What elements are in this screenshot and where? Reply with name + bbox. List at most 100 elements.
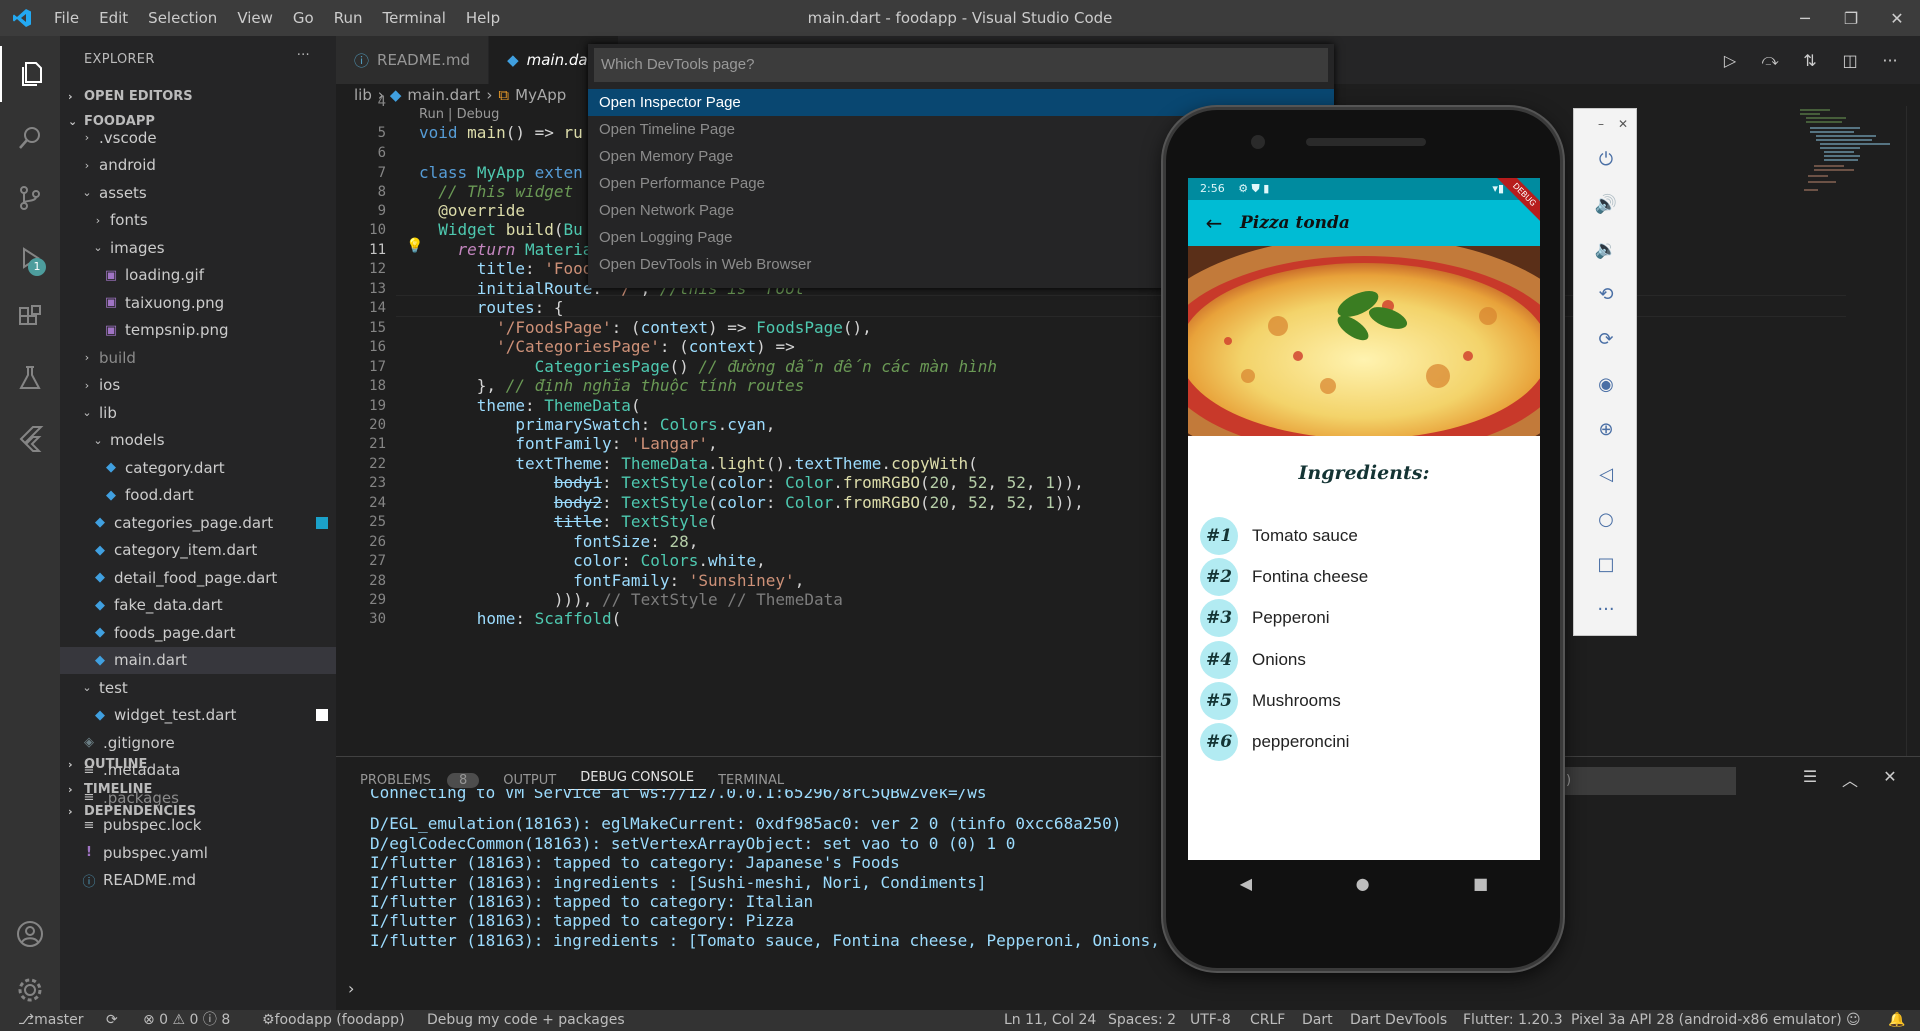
tree-item[interactable]: ◆ main.dart: [60, 646, 336, 674]
quick-pick-input[interactable]: Which DevTools page?: [594, 48, 1328, 82]
clear-console-icon[interactable]: ☰: [1790, 767, 1830, 791]
tree-item[interactable]: ⌄ models: [60, 427, 336, 455]
open-editors-section[interactable]: › OPEN EDITORS: [60, 82, 336, 110]
menu-selection[interactable]: Selection: [138, 0, 227, 36]
emulator-minimize-icon[interactable]: –: [1598, 117, 1604, 131]
nav-recents-icon[interactable]: ■: [1473, 874, 1488, 893]
flutter-version[interactable]: Flutter: 1.20.3: [1463, 1010, 1563, 1031]
console-prompt-icon[interactable]: ›: [348, 979, 354, 998]
tree-item[interactable]: ◆ category_item.dart: [60, 537, 336, 565]
more-actions-icon[interactable]: ···: [1870, 51, 1910, 70]
tree-item[interactable]: › android: [60, 152, 336, 180]
tree-item[interactable]: › build: [60, 344, 336, 372]
tab-terminal[interactable]: TERMINAL: [706, 773, 796, 788]
nav-home-icon[interactable]: ●: [1356, 874, 1370, 893]
tree-item[interactable]: ⌄ lib: [60, 399, 336, 427]
breadcrumb-file[interactable]: main.dart: [407, 86, 480, 104]
testing-icon[interactable]: [0, 350, 60, 406]
search-icon[interactable]: [0, 110, 60, 166]
menu-go[interactable]: Go: [283, 0, 324, 36]
explorer-icon[interactable]: [0, 46, 60, 102]
hot-reload-icon[interactable]: ⇅: [1790, 51, 1830, 70]
indentation[interactable]: Spaces: 2: [1108, 1010, 1176, 1031]
device-selector[interactable]: Pixel 3a API 28 (android-x86 emulator): [1571, 1010, 1842, 1031]
lightbulb-icon[interactable]: 💡: [406, 238, 423, 254]
tree-item[interactable]: ▣ tempsnip.png: [60, 317, 336, 345]
debug-run-icon[interactable]: ⤼: [1750, 50, 1790, 70]
account-icon[interactable]: [0, 906, 60, 962]
tree-item[interactable]: ⌄ test: [60, 674, 336, 702]
menu-file[interactable]: File: [44, 0, 89, 36]
tree-item[interactable]: ⌄ images: [60, 234, 336, 262]
encoding[interactable]: UTF-8: [1190, 1010, 1231, 1031]
flutter-icon[interactable]: [0, 410, 60, 466]
close-panel-icon[interactable]: ✕: [1870, 767, 1910, 791]
menu-terminal[interactable]: Terminal: [373, 0, 456, 36]
run-icon[interactable]: ▷: [1710, 51, 1750, 70]
back-triangle-icon[interactable]: ◁: [1574, 454, 1638, 494]
codelens-run-debug[interactable]: Run | Debug: [419, 107, 499, 122]
git-branch[interactable]: ⎇ master: [18, 1010, 84, 1031]
sync-icon[interactable]: ⟳: [106, 1010, 118, 1031]
debug-mode[interactable]: Debug my code + packages: [427, 1010, 625, 1031]
nav-back-icon[interactable]: ◀: [1240, 874, 1252, 893]
emulator-close-icon[interactable]: ✕: [1618, 117, 1628, 131]
menu-edit[interactable]: Edit: [89, 0, 138, 36]
rotate-right-icon[interactable]: ⟳: [1574, 319, 1638, 359]
tab-readme[interactable]: ⓘ README.md: [336, 36, 490, 84]
phone-screen[interactable]: 2:56 ⚙ ⛊ ▮ ▾▮ ← Pizza tonda DEBUG Ingred…: [1188, 178, 1540, 860]
volume-up-icon[interactable]: 🔊: [1574, 184, 1638, 224]
maximize-panel-icon[interactable]: ︿: [1830, 767, 1870, 791]
timeline-section[interactable]: › TIMELINE: [60, 778, 336, 800]
home-circle-icon[interactable]: ○: [1574, 499, 1638, 539]
screenshot-camera-icon[interactable]: ◉: [1574, 364, 1638, 404]
tab-debug-console[interactable]: DEBUG CONSOLE: [568, 770, 707, 790]
restore-icon[interactable]: ❐: [1828, 0, 1874, 36]
minimap[interactable]: [1796, 106, 1906, 196]
close-icon[interactable]: ✕: [1874, 0, 1920, 36]
tree-item[interactable]: › fonts: [60, 207, 336, 235]
tree-item[interactable]: ▣ taixuong.png: [60, 289, 336, 317]
tree-item[interactable]: ◆ categories_page.dart: [60, 509, 336, 537]
rotate-left-icon[interactable]: ⟲: [1574, 274, 1638, 314]
tree-item[interactable]: ⓘ README.md: [60, 867, 336, 895]
problems-status[interactable]: ⊗ 0 ⚠ 0 ⓘ 8: [143, 1010, 230, 1031]
menu-help[interactable]: Help: [456, 0, 510, 36]
outline-section[interactable]: › OUTLINE: [60, 750, 336, 778]
minimize-icon[interactable]: ─: [1782, 0, 1828, 36]
source-control-icon[interactable]: [0, 170, 60, 226]
volume-down-icon[interactable]: 🔉: [1574, 229, 1638, 269]
split-editor-icon[interactable]: ◫: [1830, 51, 1870, 70]
run-debug-icon[interactable]: 1: [0, 230, 60, 286]
power-icon[interactable]: ⏻: [1574, 139, 1638, 179]
tree-item[interactable]: ▣ loading.gif: [60, 262, 336, 290]
editor-scrollbar[interactable]: [1906, 106, 1920, 756]
back-arrow-icon[interactable]: ←: [1188, 211, 1240, 235]
tree-item[interactable]: ◆ fake_data.dart: [60, 592, 336, 620]
more-actions-icon[interactable]: ···: [297, 48, 310, 63]
notifications-bell-icon[interactable]: 🔔: [1888, 1010, 1905, 1031]
language-mode[interactable]: Dart: [1302, 1010, 1333, 1031]
more-options-icon[interactable]: ···: [1574, 589, 1638, 629]
tree-item[interactable]: › .vscode: [60, 124, 336, 152]
end-of-line[interactable]: CRLF: [1250, 1010, 1285, 1031]
project-status[interactable]: ⚙ foodapp (foodapp): [262, 1010, 405, 1031]
tree-item[interactable]: ! pubspec.yaml: [60, 839, 336, 867]
tab-problems[interactable]: PROBLEMS 8: [336, 772, 491, 788]
dependencies-section[interactable]: › DEPENDENCIES: [60, 800, 336, 822]
menu-run[interactable]: Run: [324, 0, 373, 36]
cursor-position[interactable]: Ln 11, Col 24: [1004, 1010, 1096, 1031]
tree-item[interactable]: ⌄ assets: [60, 179, 336, 207]
tree-item[interactable]: ◆ foods_page.dart: [60, 619, 336, 647]
overview-square-icon[interactable]: □: [1574, 544, 1638, 584]
tree-item[interactable]: ◆ category.dart: [60, 454, 336, 482]
feedback-icon[interactable]: ☺: [1846, 1010, 1861, 1031]
tree-item[interactable]: ◆ widget_test.dart: [60, 702, 336, 730]
dart-devtools[interactable]: Dart DevTools: [1350, 1010, 1447, 1031]
menu-view[interactable]: View: [227, 0, 283, 36]
breadcrumb-symbol[interactable]: MyApp: [515, 86, 566, 104]
tree-item[interactable]: › ios: [60, 372, 336, 400]
console-filter-input[interactable]: ): [1556, 767, 1736, 795]
tree-item[interactable]: ◆ food.dart: [60, 482, 336, 510]
tab-output[interactable]: OUTPUT: [491, 773, 568, 788]
